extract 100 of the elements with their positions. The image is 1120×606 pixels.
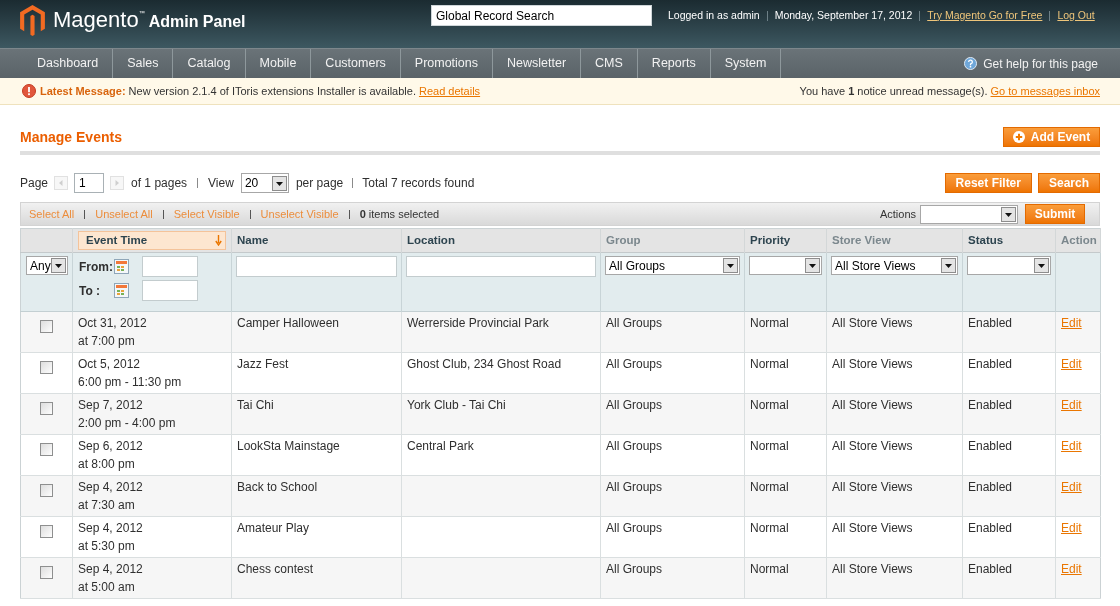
dropdown[interactable]: All Store Views [831,256,958,275]
edit-link[interactable]: Edit [1061,316,1082,330]
dropdown[interactable] [749,256,822,275]
table-cell: Enabled [962,557,1056,599]
column-header[interactable]: Status [968,231,1050,250]
table-cell: Amateur Play [231,516,402,558]
column-header[interactable]: Priority [750,231,821,250]
page-title: Manage Events [20,128,122,147]
logo-icon [20,5,45,36]
pager-label: View [208,175,234,192]
table-cell: Werrerside Provincial Park [401,311,601,353]
dropdown[interactable] [920,204,1018,224]
table-cell: Sep 4, 2012 at 5:30 pm [72,516,232,558]
dropdown[interactable]: All Groups [605,256,740,275]
column-header[interactable]: Event Time [78,231,226,250]
dropdown[interactable]: 20 [240,173,289,193]
checkbox[interactable] [40,484,53,498]
selected-count: 0 items selected [359,206,440,222]
actions-label: Actions [879,206,916,222]
page-field[interactable]: 1 [74,173,105,193]
table-cell: Back to School [231,475,402,517]
edit-link[interactable]: Edit [1061,357,1082,371]
table-cell: All Groups [600,311,745,353]
calendar-icon[interactable] [114,259,129,274]
caret-down-icon [271,175,287,191]
table-cell: Normal [744,393,827,435]
table-cell: All Store Views [826,475,963,517]
header-text: Logged in as admin [668,7,760,23]
table-cell: Enabled [962,352,1056,394]
arrow-down-icon [215,235,222,246]
table-cell: Oct 5, 2012 6:00 pm - 11:30 pm [72,352,232,394]
edit-link[interactable]: Edit [1061,398,1082,412]
text-field[interactable] [406,256,596,277]
caret-down-icon [1001,206,1016,222]
edit-link[interactable]: Edit [1061,439,1082,453]
column-header[interactable]: Location [407,231,595,250]
column-header: Group [606,232,642,248]
table-cell: Sep 4, 2012 at 5:00 am [72,557,232,599]
filter-label: From: [79,258,114,276]
caret-down-icon [1034,258,1049,273]
add-event-button[interactable]: Add Event [1003,127,1100,147]
table-cell: Jazz Fest [231,352,402,394]
text-field[interactable] [236,256,397,277]
edit-link[interactable]: Edit [1061,521,1082,535]
edit-link[interactable]: Edit [1061,480,1082,494]
dropdown[interactable] [967,256,1051,275]
table-cell: Ghost Club, 234 Ghost Road [401,352,601,394]
table-cell: Normal [744,516,827,558]
checkbox[interactable] [40,566,53,580]
table-cell: Oct 31, 2012 at 7:00 pm [72,311,232,353]
date-field[interactable] [142,256,198,277]
table-cell: All Groups [600,434,745,476]
table-cell: Camper Halloween [231,311,402,353]
checkbox[interactable] [40,443,53,457]
help-link[interactable]: Get help for this page [964,49,1098,78]
dropdown[interactable]: Any [26,256,68,275]
caret-down-icon [51,258,66,273]
filter-button[interactable]: Search [1037,173,1100,193]
table-cell: All Store Views [826,434,963,476]
table-cell: Enabled [962,475,1056,517]
caret-down-icon [805,258,820,273]
pager-label: of 1 pages [131,175,188,192]
date-field[interactable] [142,280,198,301]
table-cell: Enabled [962,516,1056,558]
message-label: Latest Message: [40,83,126,99]
help-icon [964,57,978,70]
read-details-link[interactable]: Read details [418,82,481,100]
table-cell: All Groups [600,352,745,394]
pager-label: per page [295,175,344,192]
plus-circle-icon [1012,131,1025,143]
checkbox[interactable] [40,525,53,539]
table-cell: Sep 6, 2012 at 8:00 pm [72,434,232,476]
table-cell: Normal [744,475,827,517]
alert-icon [22,84,36,98]
edit-link[interactable]: Edit [1061,562,1082,576]
table-cell: All Groups [600,475,745,517]
table-cell: All Store Views [826,557,963,599]
column-header: Store View [832,232,892,248]
table-cell: All Store Views [826,311,963,353]
table-cell: LookSta Mainstage [231,434,402,476]
table-cell: Enabled [962,434,1056,476]
logo-subtitle: Admin Panel [148,12,246,32]
checkbox[interactable] [40,320,53,334]
table-cell: York Club - Tai Chi [401,393,601,435]
calendar-icon[interactable] [114,283,129,298]
checkbox[interactable] [40,361,53,375]
header-link[interactable]: Log Out [1057,7,1095,24]
search-field[interactable]: Global Record Search [431,5,652,26]
records-count: Total 7 records found [362,175,475,192]
table-cell: Sep 4, 2012 at 7:30 am [72,475,232,517]
inbox-link[interactable]: Go to messages inbox [990,82,1100,100]
checkbox[interactable] [40,402,53,416]
table-cell: All Groups [600,557,745,599]
table-cell: Central Park [401,434,601,476]
table-cell: All Groups [600,393,745,435]
column-header[interactable]: Name [237,231,396,250]
table-cell: All Store Views [826,516,963,558]
header-link[interactable]: Try Magento Go for Free [927,7,1043,24]
filter-label: To : [79,282,102,300]
table-cell: All Store Views [826,352,963,394]
